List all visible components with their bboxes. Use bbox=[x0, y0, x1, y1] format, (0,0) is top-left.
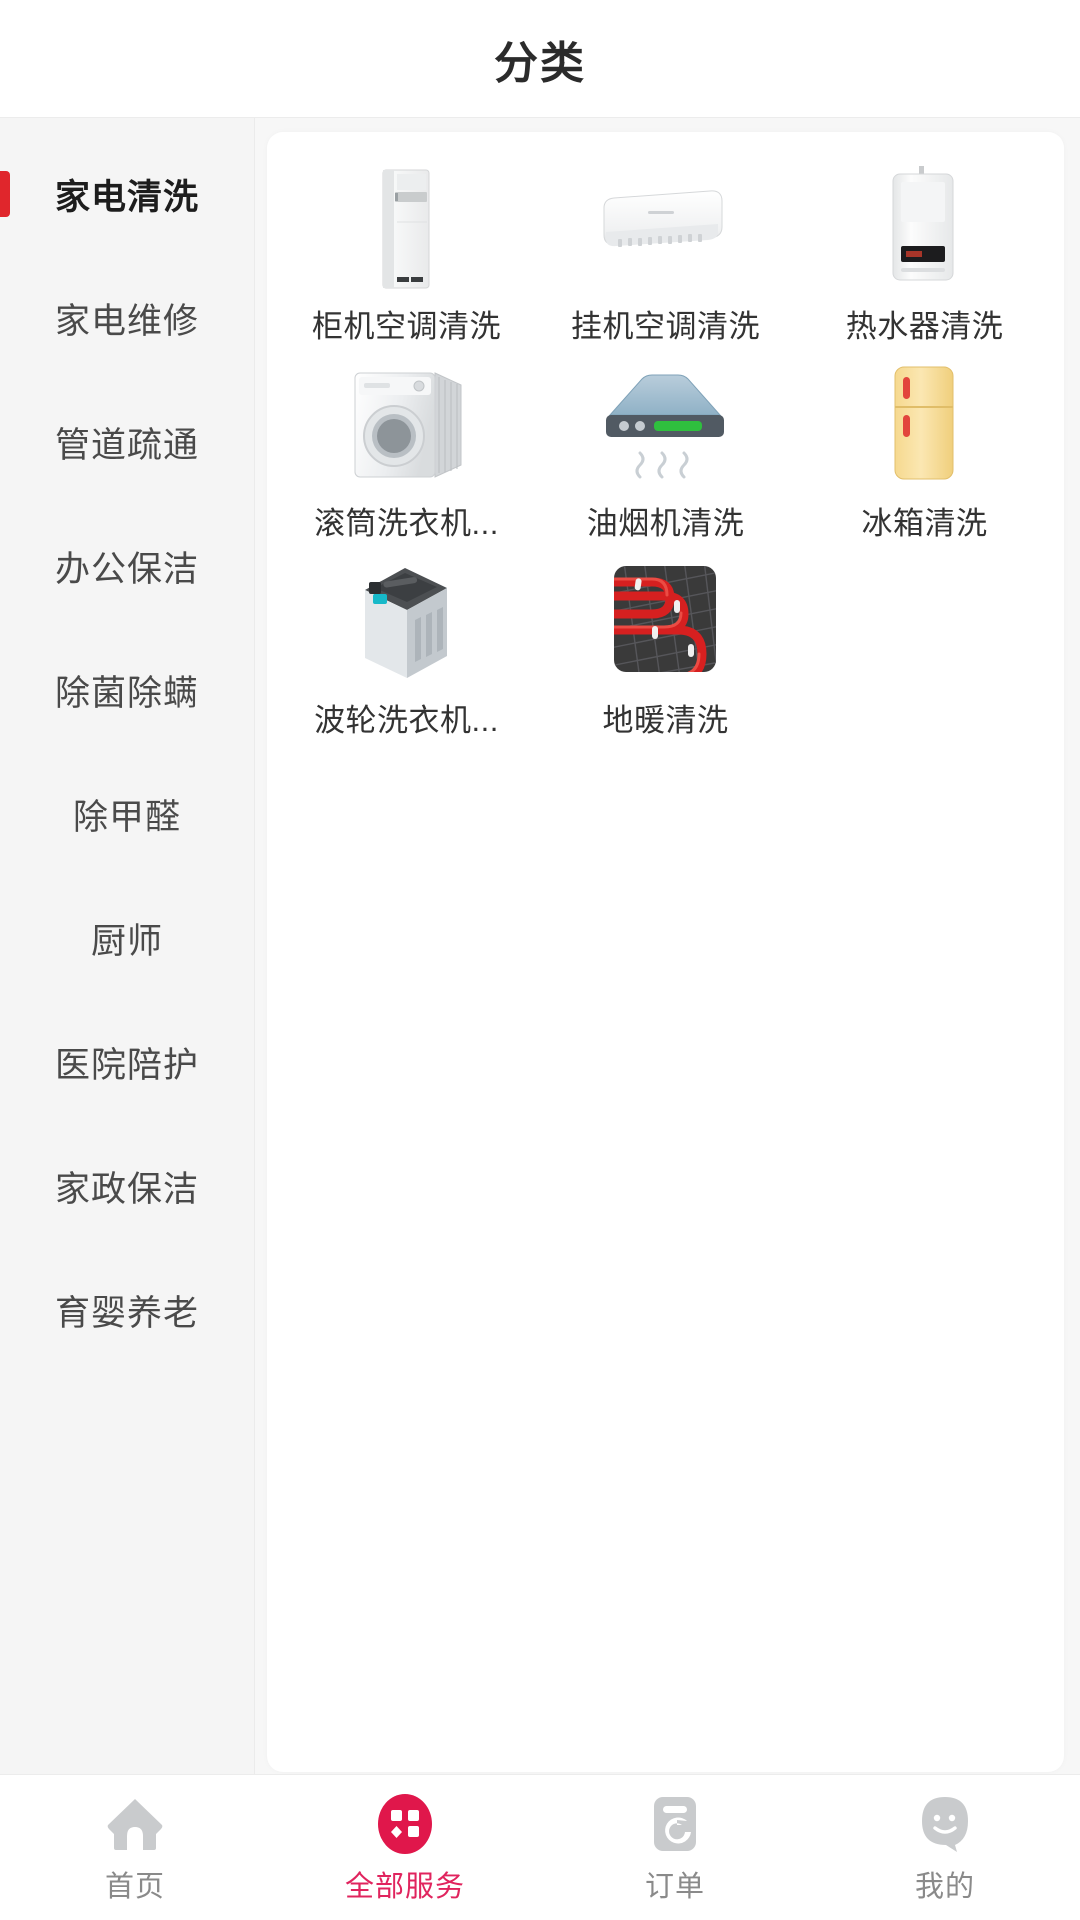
page-header: 分类 bbox=[0, 0, 1080, 118]
sidebar-item-label: 医院陪护 bbox=[54, 1045, 199, 1085]
tab-order[interactable]: 订单 bbox=[540, 1775, 810, 1920]
service-item-7[interactable]: 地暖清洗 bbox=[536, 548, 795, 745]
services-grid: 柜机空调清洗 挂机空调清洗 热水器清洗 滚筒洗衣机... 油烟机清洗 冰箱清洗 … bbox=[277, 154, 1054, 745]
service-item-label: 柜机空调清洗 bbox=[311, 309, 501, 344]
service-item-6[interactable]: 波轮洗衣机... bbox=[277, 548, 536, 745]
service-item-1[interactable]: 挂机空调清洗 bbox=[536, 154, 795, 351]
tab-label: 首页 bbox=[104, 1870, 165, 1903]
sidebar-item-9[interactable]: 育婴养老 bbox=[0, 1248, 254, 1372]
service-item-label: 波轮洗衣机... bbox=[314, 703, 499, 738]
bottom-tab-bar: 首页 全部服务 订单 我的 bbox=[0, 1774, 1080, 1920]
sidebar-item-label: 办公保洁 bbox=[54, 549, 199, 589]
tab-label: 我的 bbox=[914, 1870, 975, 1903]
tab-label: 全部服务 bbox=[344, 1870, 465, 1903]
service-item-4[interactable]: 油烟机清洗 bbox=[536, 351, 795, 548]
category-sidebar[interactable]: 家电清洗 家电维修 管道疏通 办公保洁 除菌除螨 除甲醛 厨师 医院陪护 家政保… bbox=[0, 118, 255, 1774]
sidebar-item-4[interactable]: 除菌除螨 bbox=[0, 628, 254, 752]
service-item-3[interactable]: 滚筒洗衣机... bbox=[277, 351, 536, 548]
pulsator-washing-machine-icon bbox=[331, 554, 481, 689]
sidebar-item-label: 厨师 bbox=[90, 921, 163, 961]
wall-air-conditioner-icon bbox=[590, 160, 740, 295]
sidebar-item-2[interactable]: 管道疏通 bbox=[0, 380, 254, 504]
service-item-label: 热水器清洗 bbox=[845, 309, 1004, 344]
refrigerator-icon bbox=[849, 357, 999, 492]
sidebar-item-label: 家政保洁 bbox=[54, 1169, 199, 1209]
drum-washing-machine-icon bbox=[331, 357, 481, 492]
services-panel: 柜机空调清洗 挂机空调清洗 热水器清洗 滚筒洗衣机... 油烟机清洗 冰箱清洗 … bbox=[267, 132, 1064, 1772]
grid-services-icon bbox=[372, 1791, 438, 1857]
order-icon bbox=[642, 1791, 708, 1857]
tab-profile[interactable]: 我的 bbox=[810, 1775, 1080, 1920]
sidebar-item-5[interactable]: 除甲醛 bbox=[0, 752, 254, 876]
sidebar-item-label: 除甲醛 bbox=[72, 797, 181, 837]
tab-all-services[interactable]: 全部服务 bbox=[270, 1775, 540, 1920]
sidebar-item-label: 家电维修 bbox=[54, 301, 199, 341]
service-item-5[interactable]: 冰箱清洗 bbox=[795, 351, 1054, 548]
service-item-label: 油烟机清洗 bbox=[586, 506, 745, 541]
tab-home[interactable]: 首页 bbox=[0, 1775, 270, 1920]
cabinet-air-conditioner-icon bbox=[331, 160, 481, 295]
page-body: 家电清洗 家电维修 管道疏通 办公保洁 除菌除螨 除甲醛 厨师 医院陪护 家政保… bbox=[0, 118, 1080, 1774]
services-content: 柜机空调清洗 挂机空调清洗 热水器清洗 滚筒洗衣机... 油烟机清洗 冰箱清洗 … bbox=[255, 118, 1080, 1774]
sidebar-item-6[interactable]: 厨师 bbox=[0, 876, 254, 1000]
floor-heating-icon bbox=[590, 554, 740, 689]
service-item-0[interactable]: 柜机空调清洗 bbox=[277, 154, 536, 351]
water-heater-icon bbox=[849, 160, 999, 295]
sidebar-item-1[interactable]: 家电维修 bbox=[0, 256, 254, 380]
home-icon bbox=[102, 1791, 168, 1857]
service-item-label: 冰箱清洗 bbox=[861, 506, 988, 541]
active-indicator-bar bbox=[0, 171, 10, 217]
sidebar-item-label: 除菌除螨 bbox=[54, 673, 199, 713]
sidebar-item-3[interactable]: 办公保洁 bbox=[0, 504, 254, 628]
service-item-label: 地暖清洗 bbox=[602, 703, 729, 738]
sidebar-item-label: 管道疏通 bbox=[54, 425, 199, 465]
service-item-label: 滚筒洗衣机... bbox=[314, 506, 499, 541]
app-root: 分类 家电清洗 家电维修 管道疏通 办公保洁 除菌除螨 除甲醛 厨师 医院陪护 … bbox=[0, 0, 1080, 1920]
service-item-2[interactable]: 热水器清洗 bbox=[795, 154, 1054, 351]
sidebar-item-7[interactable]: 医院陪护 bbox=[0, 1000, 254, 1124]
sidebar-item-0[interactable]: 家电清洗 bbox=[0, 132, 254, 256]
sidebar-item-8[interactable]: 家政保洁 bbox=[0, 1124, 254, 1248]
service-item-label: 挂机空调清洗 bbox=[570, 309, 760, 344]
tab-label: 订单 bbox=[644, 1870, 705, 1903]
sidebar-item-label: 家电清洗 bbox=[54, 177, 199, 217]
range-hood-icon bbox=[590, 357, 740, 492]
sidebar-item-label: 育婴养老 bbox=[54, 1293, 199, 1333]
page-title: 分类 bbox=[494, 38, 586, 88]
profile-smiley-icon bbox=[912, 1791, 978, 1857]
